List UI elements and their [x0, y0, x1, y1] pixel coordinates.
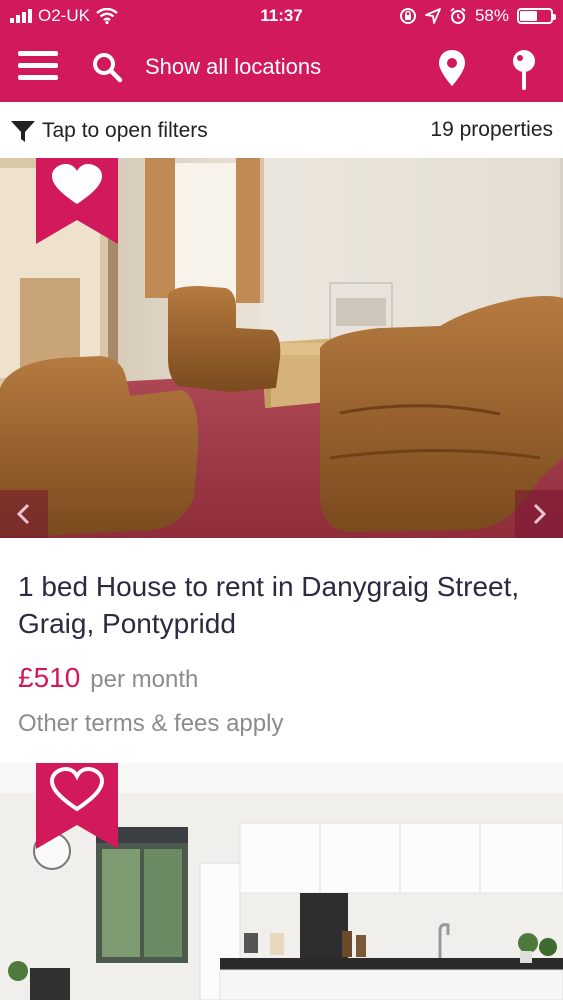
pushpin-icon [513, 50, 535, 90]
terms-note: Other terms & fees apply [18, 710, 284, 737]
previous-photo-button[interactable] [0, 490, 48, 538]
battery-icon [517, 8, 556, 24]
menu-button[interactable] [18, 51, 58, 83]
status-right: 58% [399, 6, 556, 26]
heart-outline-icon [36, 763, 118, 849]
search-button[interactable] [90, 50, 124, 84]
saved-location-button[interactable] [508, 48, 540, 92]
menu-icon [18, 51, 58, 56]
chevron-right-icon [533, 503, 547, 525]
search-icon [93, 53, 123, 83]
price-row: £510 per month [18, 662, 198, 694]
filter-label: Tap to open filters [42, 119, 208, 142]
chevron-left-icon [16, 503, 30, 525]
filter-icon [11, 121, 35, 142]
price-period: per month [90, 666, 199, 693]
listing-photo[interactable] [0, 763, 563, 1000]
listing-price: £510 [18, 662, 81, 693]
location-arrow-icon [425, 8, 441, 24]
heart-filled-icon [36, 158, 118, 244]
location-search-label[interactable]: Show all locations [145, 54, 321, 80]
battery-level [520, 11, 538, 21]
listing-card[interactable]: 1 bed House to rent in Danygraig Street,… [0, 538, 563, 763]
status-bar: O2-UK 11:37 58% [0, 0, 563, 34]
next-photo-button[interactable] [515, 490, 563, 538]
favorite-button[interactable] [36, 763, 118, 849]
battery-label: 58% [474, 6, 509, 25]
alarm-icon [450, 7, 466, 24]
map-button[interactable] [436, 48, 468, 88]
map-pin-icon [439, 50, 465, 86]
property-count: 19 properties [430, 118, 553, 141]
screen-lock-icon [399, 8, 416, 24]
header: O2-UK 11:37 58% Show all locations [0, 0, 563, 102]
favorite-button[interactable] [36, 158, 118, 244]
open-filters-button[interactable]: Tap to open filters [10, 118, 208, 144]
listing-title[interactable]: 1 bed House to rent in Danygraig Street,… [18, 568, 538, 642]
app-bar: Show all locations [0, 34, 563, 102]
listing-photo[interactable] [0, 158, 563, 538]
filter-bar: Tap to open filters 19 properties [0, 102, 563, 158]
